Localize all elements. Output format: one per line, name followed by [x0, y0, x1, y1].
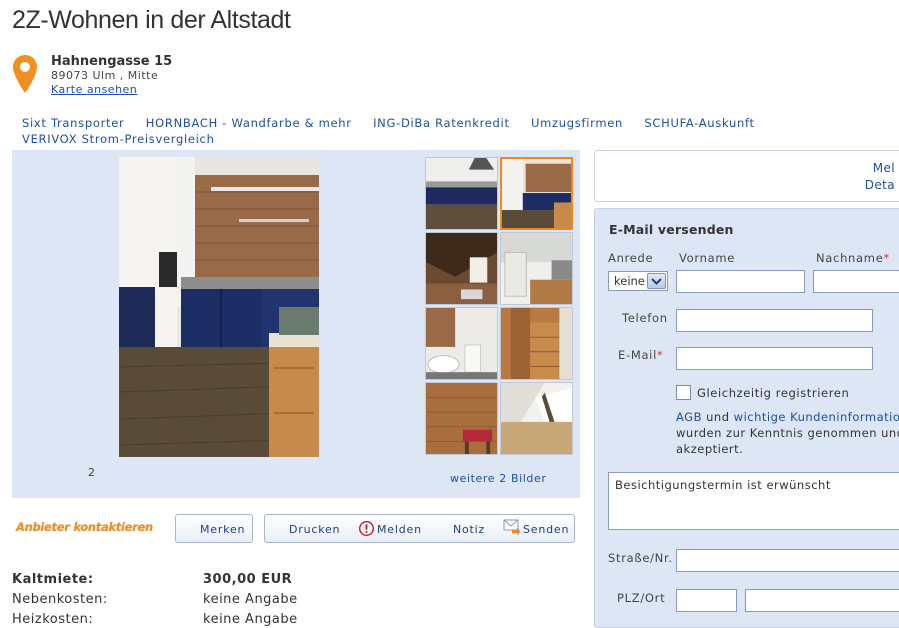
plz-city-label: PLZ/Ort	[617, 591, 666, 605]
ad-link-sixt[interactable]: Sixt Transporter	[22, 116, 124, 130]
cost-row: Heizkosten: keine Angabe	[12, 612, 392, 628]
agb-connector: und	[701, 410, 734, 424]
page-title: 2Z-Wohnen in der Altstadt	[12, 6, 291, 34]
side-info-line2[interactable]: Deta	[865, 178, 895, 192]
cost-value: keine Angabe	[203, 592, 298, 607]
map-link[interactable]: Karte ansehen	[51, 83, 137, 96]
address-city: 89073 Ulm , Mitte	[51, 69, 159, 82]
email-field[interactable]	[676, 347, 873, 370]
cost-label: Nebenkosten:	[12, 592, 108, 607]
ad-link-verivox[interactable]: VERIVOX Strom-Preisvergleich	[22, 132, 215, 146]
thumbnail-7[interactable]	[425, 382, 498, 455]
side-info-box: Mel Deta	[594, 150, 899, 202]
photo-counter: 2	[88, 466, 95, 479]
merken-button[interactable]: Merken	[175, 514, 253, 543]
nachname-label: Nachname*	[816, 251, 890, 265]
cost-row: Nebenkosten: keine Angabe	[12, 592, 392, 610]
map-pin-icon	[13, 55, 37, 93]
customer-info-link[interactable]: wichtige Kundeninformation	[734, 410, 899, 424]
vorname-label: Vorname	[679, 251, 736, 265]
vorname-field[interactable]	[676, 270, 805, 293]
contact-provider-link[interactable]: Anbieter kontaktieren	[16, 520, 153, 534]
required-marker: *	[656, 348, 664, 362]
agb-notice-line1: AGB und wichtige Kundeninformation	[676, 410, 899, 424]
street-label: Straße/Nr.	[608, 551, 673, 565]
thumbnail-2[interactable]	[500, 157, 573, 230]
cost-label: Kaltmiete:	[12, 572, 94, 587]
anrede-value: keine	[614, 274, 645, 288]
drucken-button[interactable]: Drucken	[289, 523, 340, 536]
ad-link-umzugsfirmen[interactable]: Umzugsfirmen	[531, 116, 623, 130]
agb-link[interactable]: AGB	[676, 410, 702, 424]
nachname-label-text: Nachname	[816, 251, 884, 265]
main-photo[interactable]	[119, 157, 319, 457]
email-form-title: E-Mail versenden	[609, 222, 734, 237]
anrede-select[interactable]: keine	[608, 271, 668, 291]
thumbnail-5[interactable]	[425, 307, 498, 380]
cost-value: keine Angabe	[203, 612, 298, 627]
telefon-field[interactable]	[676, 309, 873, 332]
cost-value: 300,00 EUR	[203, 572, 293, 587]
ad-links: Sixt Transporter HORNBACH - Wandfarbe & …	[22, 115, 802, 147]
register-checkbox[interactable]	[676, 385, 691, 400]
thumbnail-1[interactable]	[425, 157, 498, 230]
street-field[interactable]	[676, 549, 899, 572]
thumbnail-4[interactable]	[500, 232, 573, 305]
ad-link-hornbach[interactable]: HORNBACH - Wandfarbe & mehr	[146, 116, 352, 130]
send-mail-icon	[503, 519, 521, 536]
more-photos-link[interactable]: weitere 2 Bilder	[450, 472, 546, 485]
merken-label: Merken	[200, 523, 246, 536]
register-checkbox-label: Gleichzeitig registrieren	[697, 386, 850, 400]
city-field[interactable]	[745, 589, 899, 612]
senden-button[interactable]: Senden	[523, 523, 569, 536]
email-label-text: E-Mail	[618, 348, 657, 362]
email-label: E-Mail*	[618, 348, 663, 362]
message-textarea[interactable]: Besichtigungstermin ist erwünscht	[608, 472, 899, 530]
thumbnail-6[interactable]	[500, 307, 573, 380]
cost-label: Heizkosten:	[12, 612, 94, 627]
nachname-field[interactable]	[813, 270, 899, 293]
agb-notice-line3: akzeptiert.	[676, 442, 744, 456]
telefon-label: Telefon	[622, 311, 668, 325]
anrede-label: Anrede	[608, 251, 654, 265]
warning-icon	[359, 521, 374, 536]
chevron-down-icon	[647, 273, 666, 289]
ad-link-ingdiba[interactable]: ING-DiBa Ratenkredit	[373, 116, 510, 130]
action-button-group: Drucken Melden Notiz Senden	[264, 514, 575, 543]
ad-link-schufa[interactable]: SCHUFA-Auskunft	[644, 116, 754, 130]
thumbnail-3[interactable]	[425, 232, 498, 305]
side-info-line1[interactable]: Mel	[873, 161, 895, 175]
thumbnail-8[interactable]	[500, 382, 573, 455]
required-marker: *	[883, 251, 890, 265]
notiz-button[interactable]: Notiz	[453, 523, 485, 536]
cost-row: Kaltmiete: 300,00 EUR	[12, 572, 392, 590]
agb-notice-line2: wurden zur Kenntnis genommen und	[676, 426, 899, 440]
plz-field[interactable]	[676, 589, 737, 612]
melden-button[interactable]: Melden	[377, 523, 422, 536]
address-street: Hahnengasse 15	[51, 54, 173, 69]
